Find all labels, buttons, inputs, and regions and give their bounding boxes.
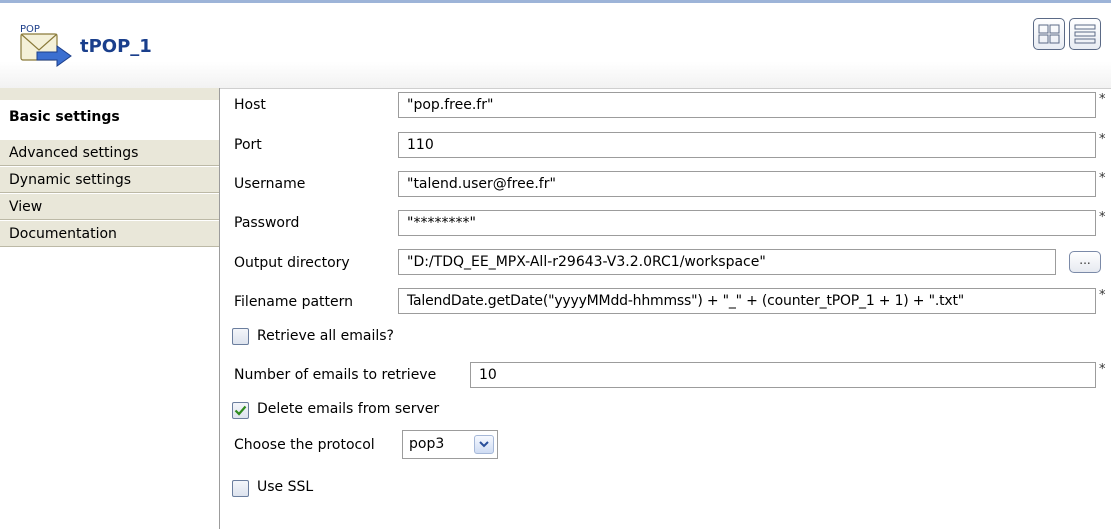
number-of-emails-required-mark: * — [1099, 362, 1106, 377]
port-field[interactable]: 110 — [398, 132, 1096, 158]
grid-view-button[interactable] — [1033, 18, 1065, 50]
host-label: Host — [234, 97, 266, 113]
use-ssl-label: Use SSL — [257, 479, 314, 495]
password-field[interactable]: "********" — [398, 210, 1096, 236]
sidebar-item-advanced-settings[interactable]: Advanced settings — [0, 139, 219, 166]
use-ssl-checkbox[interactable] — [232, 480, 249, 497]
delete-emails-label: Delete emails from server — [257, 401, 440, 417]
host-required-mark: * — [1099, 92, 1106, 107]
protocol-select[interactable]: pop3 — [402, 430, 498, 459]
sidebar-item-documentation[interactable]: Documentation — [0, 220, 219, 247]
sidebar-item-basic-settings[interactable]: Basic settings — [0, 100, 219, 130]
pop-mail-icon: POP — [20, 24, 72, 67]
filename-pattern-label: Filename pattern — [234, 294, 354, 310]
delete-emails-checkbox[interactable] — [232, 402, 249, 419]
list-view-button[interactable] — [1069, 18, 1101, 50]
number-of-emails-label: Number of emails to retrieve — [234, 367, 437, 383]
list-view-icon — [1074, 24, 1096, 44]
number-of-emails-field[interactable]: 10 — [470, 362, 1096, 388]
output-directory-field[interactable]: "D:/TDQ_EE_MPX-All-r29643-V3.2.0RC1/work… — [398, 249, 1056, 275]
port-label: Port — [234, 137, 262, 153]
host-field[interactable]: "pop.free.fr" — [398, 92, 1096, 118]
password-required-mark: * — [1099, 210, 1106, 225]
protocol-selected-value: pop3 — [409, 436, 445, 452]
username-required-mark: * — [1099, 171, 1106, 186]
browse-button[interactable]: ... — [1069, 251, 1101, 273]
component-header: POP tPOP_1 — [0, 0, 1111, 89]
check-mark-icon — [234, 405, 247, 416]
protocol-label: Choose the protocol — [234, 437, 375, 453]
header-accent-line — [0, 0, 1111, 3]
username-label: Username — [234, 176, 306, 192]
grid-view-icon — [1038, 24, 1060, 44]
retrieve-all-label: Retrieve all emails? — [257, 328, 394, 344]
port-required-mark: * — [1099, 132, 1106, 147]
chevron-down-icon[interactable] — [474, 435, 494, 454]
filename-pattern-field[interactable]: TalendDate.getDate("yyyyMMdd-hhmmss") + … — [398, 288, 1096, 314]
filename-pattern-required-mark: * — [1099, 288, 1106, 303]
password-label: Password — [234, 215, 300, 231]
sidebar-item-view[interactable]: View — [0, 193, 219, 220]
output-directory-label: Output directory — [234, 255, 350, 271]
username-field[interactable]: "talend.user@free.fr" — [398, 171, 1096, 197]
retrieve-all-checkbox[interactable] — [232, 328, 249, 345]
icon-text: POP — [20, 24, 40, 35]
sidebar-item-dynamic-settings[interactable]: Dynamic settings — [0, 166, 219, 193]
component-title: tPOP_1 — [80, 36, 152, 57]
